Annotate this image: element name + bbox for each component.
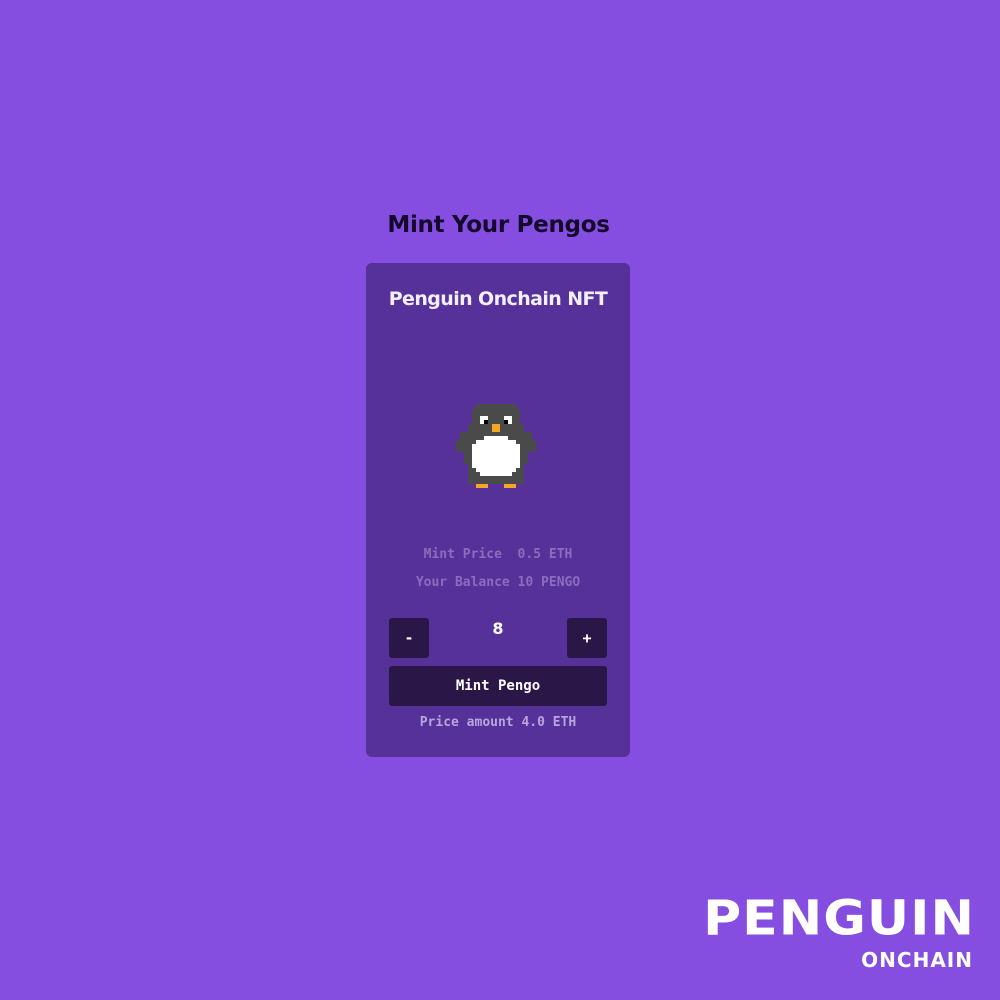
balance-text: Your Balance 10 PENGO <box>415 575 581 590</box>
mint-price-text: Mint Price 0.5 ETH <box>423 547 573 562</box>
pixel-penguin-icon <box>456 404 536 488</box>
price-amount-text: Price amount 4.0 ETH <box>419 715 577 730</box>
page-title: Mint Your Pengos <box>387 212 610 238</box>
card-title: Penguin Onchain NFT <box>388 288 608 310</box>
penguin-onchain-logo: PENGUIN ONCHAIN <box>653 895 975 975</box>
logo-sub-text: ONCHAIN <box>861 948 973 972</box>
logo-main-text: PENGUIN <box>703 891 975 947</box>
increment-button[interactable]: + <box>567 618 607 658</box>
decrement-button[interactable]: - <box>389 618 429 658</box>
mint-card: Penguin Onchain NFT Mint Price 0.5 ETH Y… <box>366 263 630 757</box>
quantity-value: 8 <box>492 619 504 638</box>
mint-button[interactable]: Mint Pengo <box>389 666 607 706</box>
